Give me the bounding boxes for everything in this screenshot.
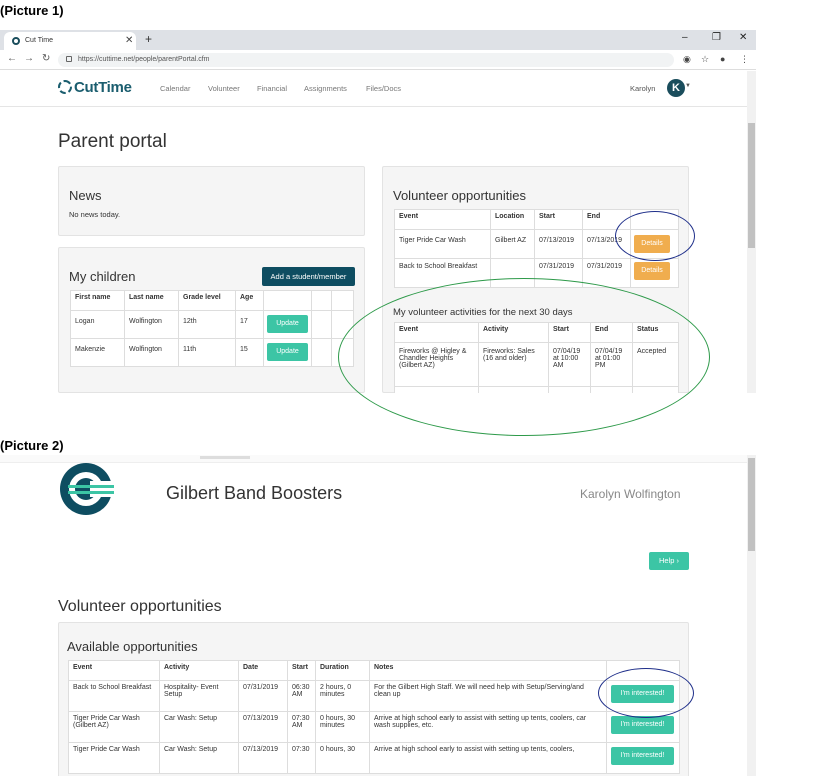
url-text: https://cuttime.net/people/parentPortal.…	[78, 56, 210, 63]
app-navbar: CutTime Calendar Volunteer Financial Ass…	[0, 71, 747, 107]
activities-table: Event Activity Start End Status Firework…	[394, 322, 679, 393]
scrollbar-thumb[interactable]	[748, 458, 755, 551]
menu-kebab-icon[interactable]: ⋮	[740, 54, 749, 65]
col-age: Age	[235, 290, 264, 311]
details-button[interactable]: Details	[634, 235, 670, 253]
close-tab-icon[interactable]: ✕	[125, 35, 133, 46]
col-activity: Activity	[159, 660, 239, 681]
table-row: Tiger Pride Car Wash Car Wash: Setup 07/…	[68, 742, 680, 774]
chevron-down-icon[interactable]: ▼	[685, 83, 691, 89]
col-start: Start	[548, 322, 591, 343]
col-activity: Activity	[478, 322, 549, 343]
col-end: End	[590, 322, 633, 343]
col-duration: Duration	[315, 660, 370, 681]
interested-button[interactable]: I'm interested!	[611, 685, 674, 703]
update-button[interactable]: Update	[267, 343, 308, 361]
help-label: Help	[658, 556, 675, 565]
extension-icon[interactable]: ◉	[683, 54, 691, 65]
details-button[interactable]: Details	[634, 262, 670, 280]
news-text: No news today.	[69, 210, 121, 219]
browser-tab[interactable]: Cut Time ✕	[4, 32, 136, 50]
org-name: Gilbert Band Boosters	[166, 483, 343, 503]
table-row: Back to School Breakfast 07/31/2019 07/3…	[394, 258, 679, 288]
cuttime-favicon-icon	[12, 37, 20, 45]
maximize-icon[interactable]: ❐	[712, 32, 721, 43]
tab-title: Cut Time	[25, 37, 54, 44]
table-row: Tiger Pride Car Wash Gilbert AZ 07/13/20…	[394, 229, 679, 259]
interested-button[interactable]: I'm interested!	[611, 747, 674, 765]
nav-volunteer[interactable]: Volunteer	[208, 84, 240, 93]
caption-picture-2: (Picture 2)	[0, 438, 64, 453]
col-event: Event	[68, 660, 160, 681]
forward-icon[interactable]: →	[24, 53, 34, 64]
col-first-name: First name	[70, 290, 125, 311]
page-title: Volunteer opportunities	[58, 598, 222, 615]
add-student-button[interactable]: Add a student/member	[262, 267, 355, 286]
logo-ring-icon	[58, 80, 72, 94]
url-input[interactable]: https://cuttime.net/people/parentPortal.…	[58, 53, 674, 67]
user-name[interactable]: Karolyn Wolfington	[580, 487, 681, 501]
picture-2-screenshot: Gilbert Band Boosters Karolyn Wolfington…	[0, 455, 756, 776]
scrollbar-thumb[interactable]	[748, 123, 755, 248]
user-name[interactable]: Karolyn	[630, 84, 655, 93]
volunteer-table: Event Location Start End Tiger Pride Car…	[394, 209, 679, 288]
col-end: End	[582, 209, 631, 230]
logo-text: CutTime	[74, 79, 132, 96]
table-row: Logan Wolfington 12th 17 Update	[70, 310, 354, 339]
available-table: Event Activity Date Start Duration Notes…	[68, 660, 680, 774]
new-tab-icon[interactable]: +	[145, 32, 152, 46]
nav-calendar[interactable]: Calendar	[160, 84, 190, 93]
col-notes: Notes	[369, 660, 607, 681]
help-button[interactable]: Help ›	[649, 552, 689, 570]
children-panel: My children Add a student/member First n…	[58, 247, 365, 393]
profile-icon[interactable]: ●	[720, 54, 725, 64]
col-status: Status	[632, 322, 679, 343]
page-scrollbar[interactable]	[747, 455, 756, 776]
picture-1-screenshot: Cut Time ✕ + – ❐ ✕ ← → ↻ https://cuttime…	[0, 30, 756, 393]
col-last-name: Last name	[124, 290, 179, 311]
volunteer-heading: Volunteer opportunities	[393, 188, 526, 203]
back-icon[interactable]: ←	[7, 53, 17, 64]
cuttime-logo[interactable]: CutTime	[58, 79, 132, 96]
page-scrollbar[interactable]	[747, 71, 756, 393]
table-row: Back to School Breakfast Hospitality- Ev…	[68, 680, 680, 712]
col-start: Start	[287, 660, 316, 681]
reload-icon[interactable]: ↻	[42, 53, 50, 64]
available-heading: Available opportunities	[67, 639, 198, 654]
close-window-icon[interactable]: ✕	[739, 32, 747, 43]
chevron-right-icon: ›	[676, 556, 680, 565]
interested-button[interactable]: I'm interested!	[611, 716, 674, 734]
page-title: Parent portal	[58, 131, 167, 152]
bookmark-star-icon[interactable]: ☆	[701, 54, 709, 65]
nav-files-docs[interactable]: Files/Docs	[366, 84, 401, 93]
update-button[interactable]: Update	[267, 315, 308, 333]
volunteer-panel: Volunteer opportunities Event Location S…	[382, 166, 689, 393]
browser-tabstrip: Cut Time ✕ + – ❐ ✕	[0, 30, 756, 50]
news-heading: News	[69, 188, 102, 203]
col-event: Event	[394, 322, 479, 343]
children-heading: My children	[69, 269, 136, 284]
col-start: Start	[534, 209, 583, 230]
news-panel: News No news today.	[58, 166, 365, 236]
table-row: Makenzie Wolfington 11th 15 Update	[70, 338, 354, 367]
org-logo-icon	[60, 463, 114, 515]
col-event: Event	[394, 209, 491, 230]
nav-assignments[interactable]: Assignments	[304, 84, 347, 93]
table-row: Fireworks @ Higley & Chandler Heights (G…	[394, 342, 679, 387]
col-date: Date	[238, 660, 288, 681]
activities-heading: My volunteer activities for the next 30 …	[393, 307, 573, 318]
address-bar: ← → ↻ https://cuttime.net/people/parentP…	[0, 50, 756, 70]
lock-icon	[66, 56, 72, 63]
minimize-icon[interactable]: –	[682, 32, 688, 43]
table-row: Tiger Pride Car Wash (Gilbert AZ) Car Wa…	[68, 711, 680, 743]
available-panel: Available opportunities Event Activity D…	[58, 622, 689, 776]
col-grade-level: Grade level	[178, 290, 236, 311]
nav-financial[interactable]: Financial	[257, 84, 287, 93]
avatar[interactable]: K	[667, 79, 685, 97]
children-table: First name Last name Grade level Age Log…	[70, 290, 354, 367]
col-location: Location	[490, 209, 535, 230]
caption-picture-1: (Picture 1)	[0, 3, 64, 18]
